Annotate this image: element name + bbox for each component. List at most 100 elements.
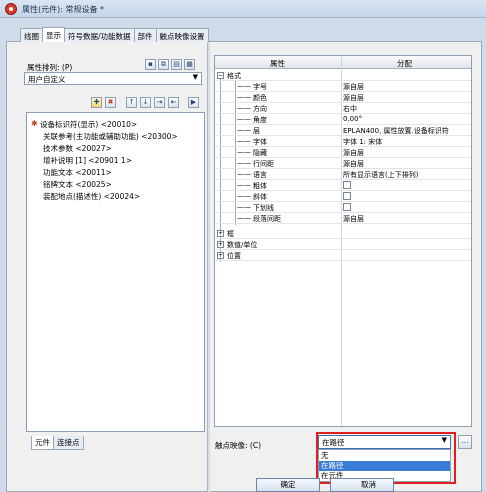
list-item[interactable]: 铭牌文本 <20025> [43,179,112,190]
row-value[interactable]: EPLAN400, 属性放置.设备标识符 [343,126,449,136]
tab-contact-image-settings[interactable]: 触点映像设置 [155,28,209,42]
sort-dropdown-value: 用户自定义 [28,75,66,84]
title-bar: 属性(元件): 常规设备 * [0,0,486,18]
row-value[interactable]: 源自层 [343,93,364,103]
copy-icon[interactable]: ⧉ [158,59,169,70]
expand-icon[interactable]: + [217,241,224,248]
table-row[interactable]: —— 字体 字体 1: 宋体 [215,136,471,147]
row-value[interactable]: 源自层 [343,159,364,169]
group-label: 数值/单位 [227,241,258,249]
row-value[interactable]: 所有显示语言(上下排列) [343,170,418,180]
header-property: 属性 [270,59,285,68]
row-value[interactable]: 字体 1: 宋体 [343,137,382,147]
header-value: 分配 [397,59,412,68]
group-label: 格式 [227,72,241,80]
move-up-icon[interactable]: ↑ [126,97,137,108]
table-icon[interactable]: ▦ [184,59,195,70]
group-row-format[interactable]: − 格式 [215,70,471,81]
row-label: 方向 [253,105,267,113]
list-item[interactable]: 功能文本 <20011> [43,167,112,178]
group-label: 位置 [227,252,241,260]
table-row[interactable]: —— 角度 0.00° [215,114,471,125]
table-row[interactable]: —— 语言 所有显示语言(上下排列) [215,169,471,180]
more-options-button[interactable]: … [458,435,472,449]
window-title: 属性(元件): 常规设备 * [22,5,105,14]
row-label: 字体 [253,138,267,146]
tab-connection-points[interactable]: 连接点 [53,436,84,450]
table-row[interactable]: —— 粗体 [215,180,471,191]
left-bottom-tabs: 元件 连接点 [31,436,84,450]
option-in-path[interactable]: 在路径 [319,461,450,471]
option-none[interactable]: 无 [319,451,450,461]
delete-icon[interactable]: ✖ [105,97,116,108]
chevron-down-icon: ▼ [441,436,447,444]
row-value[interactable]: 源自层 [343,214,364,224]
table-row[interactable]: —— 层 EPLAN400, 属性放置.设备标识符 [215,125,471,136]
star-icon: ✱ [31,119,38,128]
grid-header: 属性 分配 [215,56,471,69]
contact-image-value: 在路径 [322,438,345,447]
bold-checkbox[interactable] [343,181,351,189]
cancel-button[interactable]: 取消 [330,478,394,492]
table-row[interactable]: —— 字号 源自层 [215,81,471,92]
list-item[interactable]: 装配地点(描述性) <20024> [43,191,140,202]
outdent-icon[interactable]: ⇤ [168,97,179,108]
list-item[interactable]: 技术参数 <20027> [43,143,112,154]
save-icon[interactable]: ▪ [145,59,156,70]
group-label: 框 [227,230,234,238]
table-row[interactable]: —— 行间距 源自层 [215,158,471,169]
italic-checkbox[interactable] [343,192,351,200]
row-label: 字号 [253,83,267,91]
expand-icon[interactable]: + [217,230,224,237]
property-grid[interactable]: 属性 分配 − 格式 —— 字号 源自层 —— 颜色 源自层 —— 方向 右中 —— … [214,55,472,427]
row-value[interactable]: 源自层 [343,82,364,92]
paste-icon[interactable]: ▤ [171,59,182,70]
chevron-down-icon: ▼ [192,73,198,81]
table-row[interactable]: —— 方向 右中 [215,103,471,114]
group-row-position[interactable]: + 位置 [215,250,471,261]
contact-image-label: 触点映像: (C) [215,441,261,450]
tab-display[interactable]: 显示 [42,27,65,42]
table-row[interactable]: —— 隐藏 源自层 [215,147,471,158]
property-list[interactable]: ✱ 设备标识符(显示) <20010> 关联参考(主功能或辅助功能) <2030… [26,112,205,432]
underline-checkbox[interactable] [343,203,351,211]
row-label: 语言 [253,171,267,179]
row-label: 层 [253,127,260,135]
tab-symbol-function-data[interactable]: 符号数据/功能数据 [64,28,135,42]
panel-splitter[interactable] [207,42,210,492]
tab-bar: 线圈 显示 符号数据/功能数据 部件 触点映像设置 [20,27,209,42]
row-label: 粗体 [253,182,267,190]
expand-icon[interactable]: + [217,252,224,259]
move-down-icon[interactable]: ↓ [140,97,151,108]
row-label: 段落间距 [253,215,281,223]
collapse-icon[interactable]: − [217,72,224,79]
table-row[interactable]: —— 段落间距 源自层 [215,213,471,224]
list-item[interactable]: 设备标识符(显示) <20010> [40,119,137,130]
row-label: 下划线 [253,204,274,212]
tab-parts[interactable]: 部件 [133,28,157,42]
row-value[interactable]: 源自层 [343,148,364,158]
add-icon[interactable]: ✚ [91,97,102,108]
tab-element[interactable]: 元件 [31,436,54,450]
sort-dropdown[interactable]: 用户自定义 ▼ [24,72,202,85]
eplan-app-icon [5,3,17,15]
arrow-right-icon[interactable]: ▶ [188,97,199,108]
group-row-frame[interactable]: + 框 [215,228,471,239]
ok-button[interactable]: 确定 [256,478,320,492]
row-label: 角度 [253,116,267,124]
tab-coil[interactable]: 线圈 [20,28,43,42]
table-row[interactable]: —— 颜色 源自层 [215,92,471,103]
list-item[interactable]: 关联参考(主功能或辅助功能) <20300> [43,131,178,142]
list-item[interactable]: 增补说明 [1] <20901 1> [43,155,132,166]
table-row[interactable]: —— 斜体 [215,191,471,202]
row-label: 行间距 [253,160,274,168]
row-label: 斜体 [253,193,267,201]
row-label: 颜色 [253,94,267,102]
table-row[interactable]: —— 下划线 [215,202,471,213]
contact-image-select[interactable]: 在路径 ▼ [318,435,451,449]
indent-icon[interactable]: ⇥ [154,97,165,108]
row-value[interactable]: 0.00° [343,115,362,123]
group-row-value-unit[interactable]: + 数值/单位 [215,239,471,250]
row-label: 隐藏 [253,149,267,157]
row-value[interactable]: 右中 [343,104,357,114]
